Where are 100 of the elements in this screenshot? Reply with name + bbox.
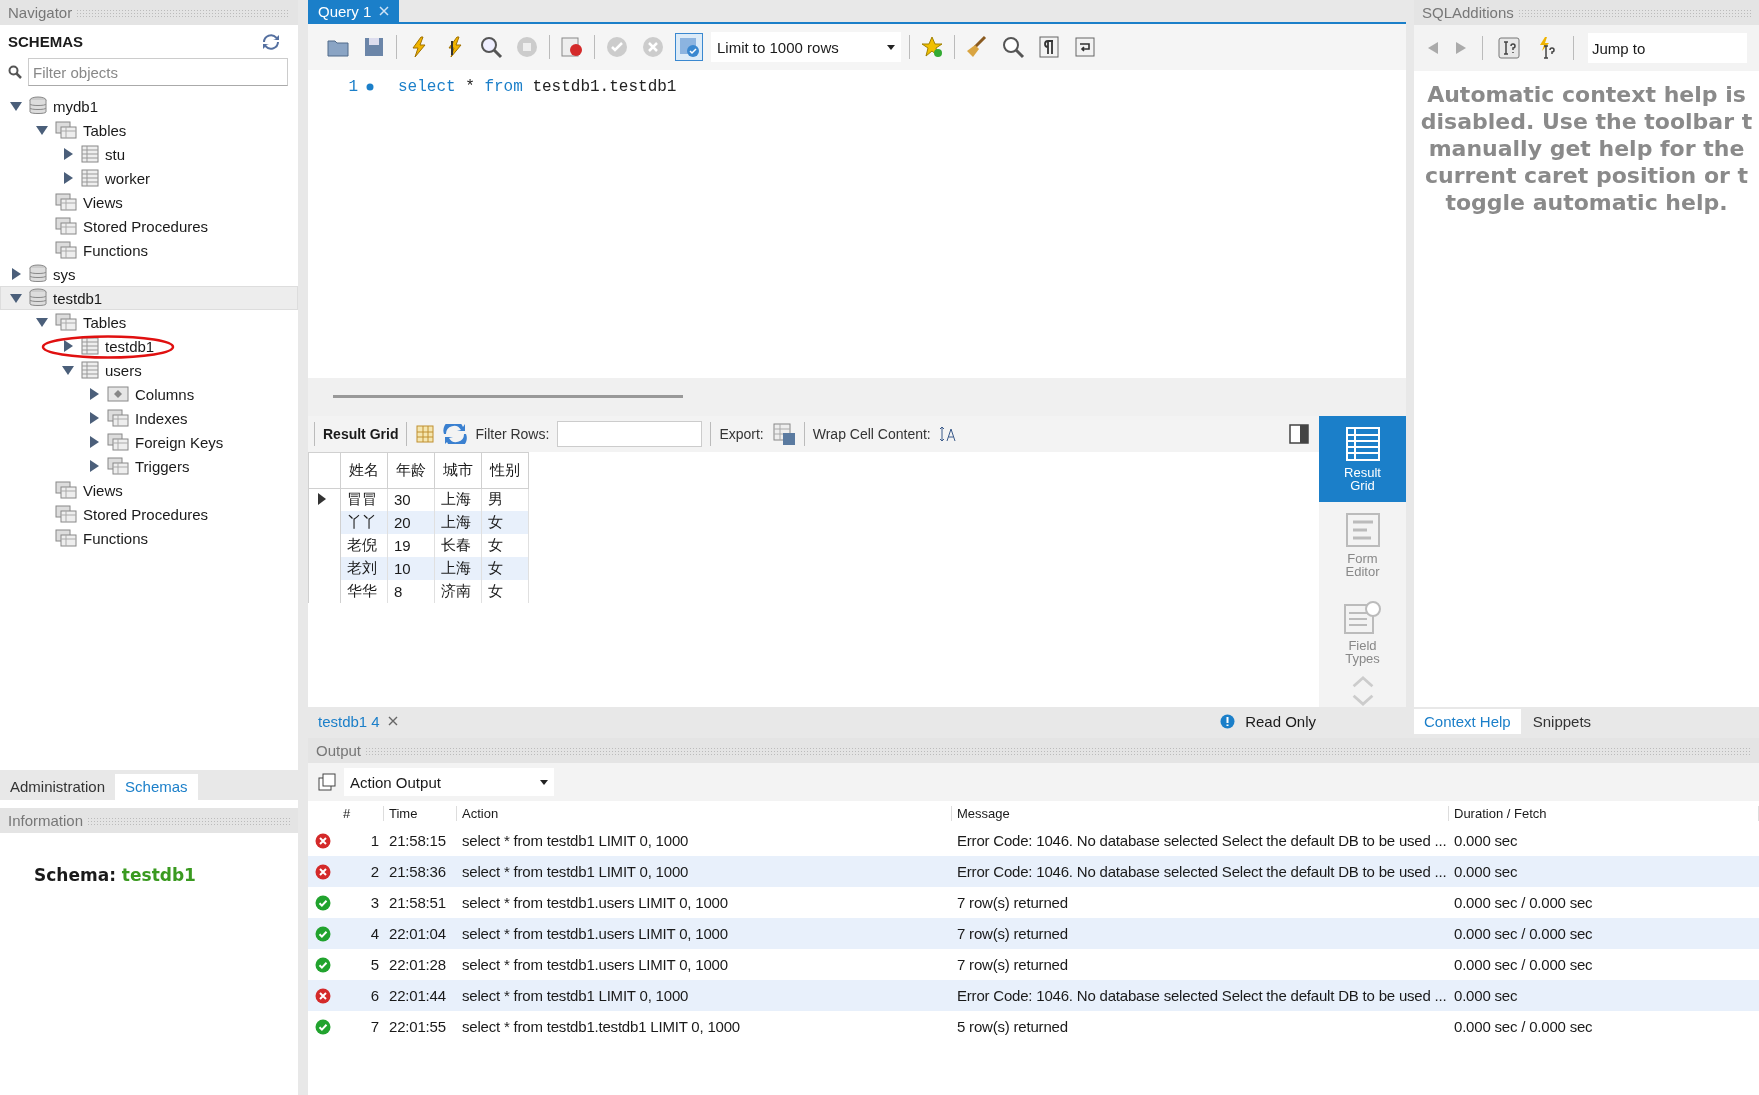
tree-item[interactable]: Triggers [0,454,298,478]
zoom-icon[interactable] [1001,35,1025,59]
refresh-icon[interactable] [262,33,280,50]
dropdown-arrow-icon [887,44,895,50]
row-number: 1 [369,832,380,849]
expand-arrow-icon[interactable] [88,412,100,424]
column-header[interactable]: 年龄 [387,452,435,488]
line-number: 1 [347,78,358,96]
row-header[interactable] [308,488,341,511]
save-icon[interactable] [362,35,386,59]
star-icon[interactable] [920,35,944,59]
export-icon[interactable] [771,421,796,446]
tab[interactable]: Context Help [1414,708,1521,734]
table-cell-text: 7 row(s) returned [956,956,1069,973]
table-icon [81,337,99,355]
tree-item[interactable]: Tables [0,118,298,142]
tree-item[interactable]: Foreign Keys [0,430,298,454]
wrap-text-icon[interactable] [938,424,957,443]
column-header[interactable]: Action [457,805,952,821]
expand-arrow-icon[interactable] [62,172,74,184]
context-help-icon[interactable] [1497,36,1521,60]
refresh-icon[interactable] [443,423,468,444]
row-number: 3 [369,894,380,911]
autocommit-toggle[interactable] [675,33,703,61]
database-icon [29,288,47,308]
column-header[interactable]: Duration / Fetch [1449,805,1759,821]
column-header[interactable]: Message [952,805,1449,821]
tab[interactable]: Administration [0,774,116,800]
panel-title: SQLAdditions [1422,4,1514,21]
wrap-icon[interactable] [1073,35,1097,59]
tree-item[interactable]: Indexes [0,406,298,430]
result-tab[interactable]: testdb1 4 [318,712,398,730]
tree-item[interactable]: testdb1 [0,334,298,358]
expand-arrow-icon[interactable] [10,268,22,280]
expand-arrow-icon[interactable] [88,436,100,448]
panel-toggle-icon[interactable] [1289,423,1309,444]
close-icon[interactable] [387,716,398,726]
table-cell-text: select * from testdb1 LIMIT 0, 1000 [461,987,690,1004]
tree-item[interactable]: stu [0,142,298,166]
magnifier-icon[interactable] [479,35,503,59]
table-cell-text: 21:58:36 [388,863,447,880]
copy-icon[interactable] [318,773,336,791]
help-text: disabled. Use the toolbar t [1420,108,1753,135]
collapse-arrow-icon[interactable] [62,364,74,376]
expand-arrow-icon[interactable] [62,340,74,352]
folder-tables-icon [55,529,77,547]
table-cell-text: select * from testdb1 LIMIT 0, 1000 [461,863,690,880]
jump-to-dropdown[interactable]: Jump to [1588,33,1747,63]
tree-item[interactable]: testdb1 [0,286,298,310]
expand-arrow-icon[interactable] [62,148,74,160]
grid-icon [1344,425,1381,462]
expand-arrow-icon[interactable] [88,460,100,472]
autocommit-icon [677,35,701,59]
collapse-arrow-icon[interactable] [36,316,48,328]
column-header[interactable]: # [338,805,384,821]
tab[interactable]: Schemas [115,774,198,800]
filter-rows-field[interactable] [557,420,703,447]
tree-item[interactable]: users [0,358,298,382]
table-cell-text: select * from testdb1 LIMIT 0, 1000 [461,832,690,849]
tree-item[interactable]: worker [0,166,298,190]
tree-item[interactable]: Functions [0,526,298,550]
column-header[interactable]: 性别 [481,452,529,488]
table-cell-text: 7 row(s) returned [956,894,1069,911]
table-cell-text: 0.000 sec / 0.000 sec [1453,925,1594,942]
toggle-error-icon[interactable] [560,35,584,59]
collapse-arrow-icon[interactable] [36,124,48,136]
help-text: toggle automatic help. [1445,189,1728,216]
panel-title: Navigator [8,4,73,21]
tree-item[interactable]: Columns [0,382,298,406]
tree-item[interactable]: mydb1 [0,94,298,118]
table-cell-text: 0.000 sec / 0.000 sec [1453,894,1594,911]
column-header[interactable]: Time [384,805,457,821]
table-cell-text: 21:58:51 [388,894,447,911]
table-cell-text: 0.000 sec [1453,987,1519,1004]
tree-item[interactable]: Views [0,478,298,502]
tree-item[interactable]: Tables [0,310,298,334]
filter-field[interactable]: Filter objects [28,58,288,86]
broom-icon[interactable] [965,35,989,59]
tree-item[interactable]: Views [0,190,298,214]
output-mode-dropdown[interactable]: Action Output [344,768,554,796]
sql-text: * [465,78,475,96]
export-label: Export: [719,425,764,442]
scrollbar-thumb[interactable] [333,395,683,398]
column-header[interactable]: 姓名 [340,452,388,488]
collapse-arrow-icon[interactable] [10,292,22,304]
tree-item[interactable]: Stored Procedures [0,502,298,526]
query-tab[interactable]: Query 1 [308,0,400,22]
collapse-arrow-icon[interactable] [10,100,22,112]
folder-tables-icon [55,121,77,139]
column-header[interactable]: 城市 [434,452,482,488]
view-button[interactable]: Result Grid [1319,415,1406,502]
tree-item[interactable]: Functions [0,238,298,262]
tab[interactable]: Snippets [1522,708,1602,734]
tree-item[interactable]: sys [0,262,298,286]
expand-arrow-icon[interactable] [88,388,100,400]
limit-dropdown[interactable]: Limit to 1000 rows [711,32,901,62]
tree-item[interactable]: Stored Procedures [0,214,298,238]
paragraph-icon[interactable] [1037,35,1061,59]
table-cell: 济南 [434,580,482,603]
folder-tables-icon [55,481,77,499]
